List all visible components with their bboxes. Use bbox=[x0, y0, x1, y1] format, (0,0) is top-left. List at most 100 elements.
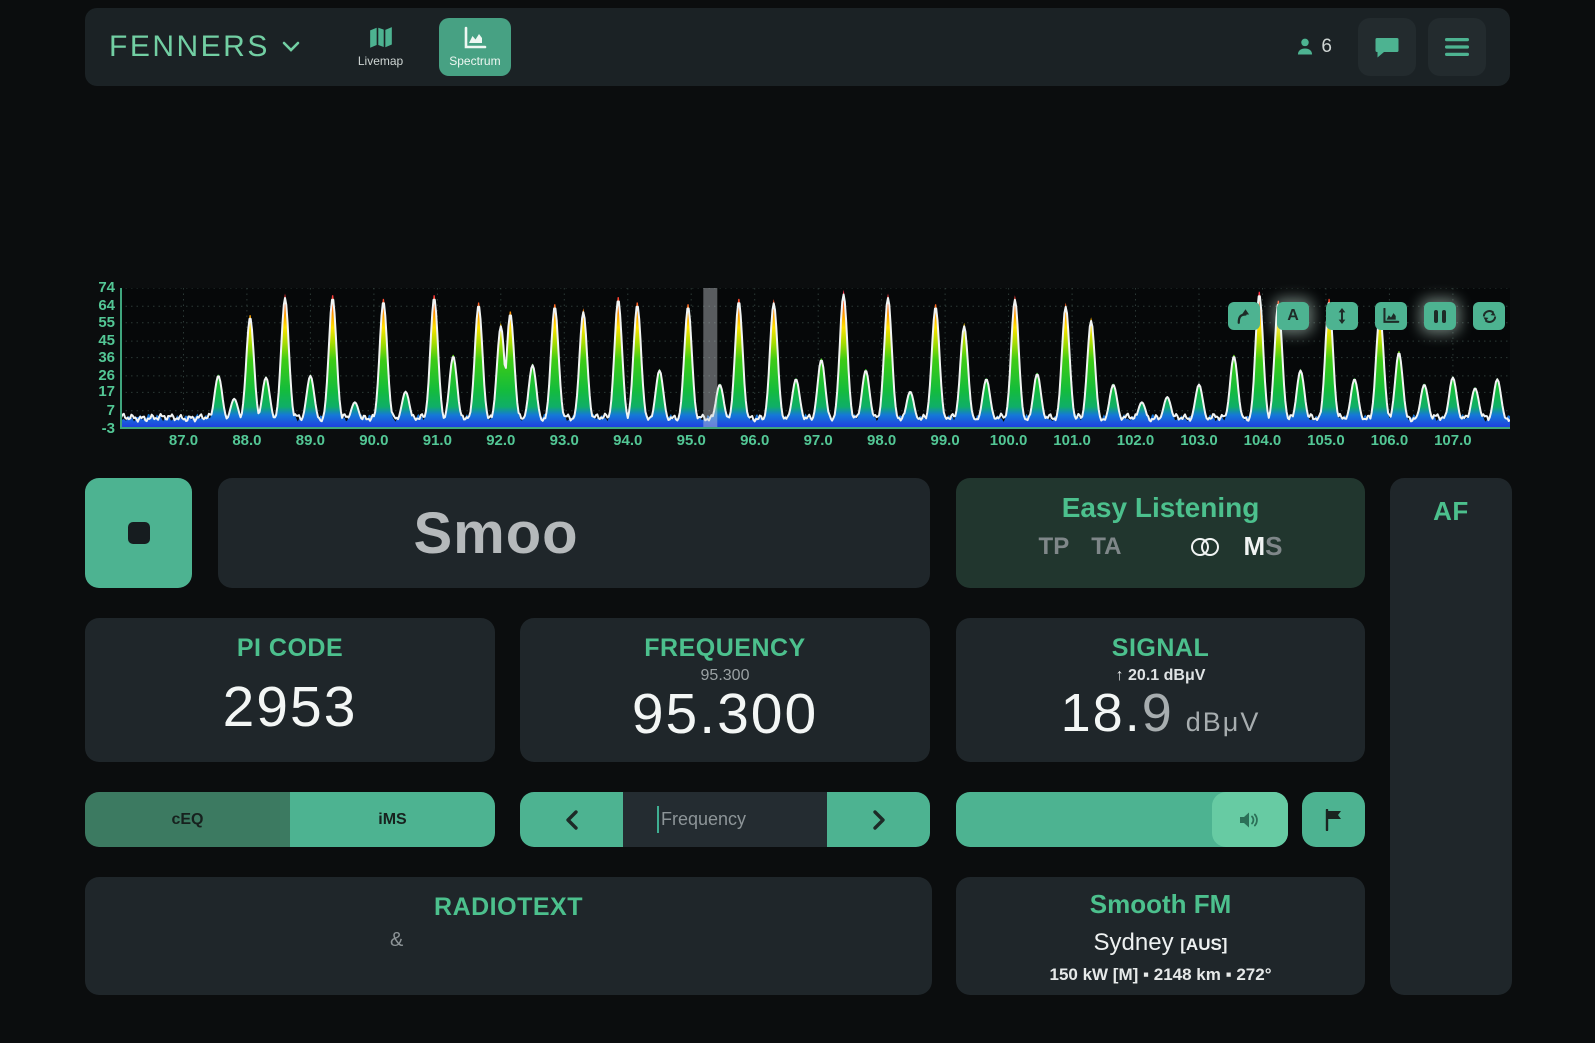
stop-playback-button[interactable] bbox=[85, 478, 192, 588]
transmitter-city: Sydney bbox=[1094, 929, 1174, 956]
transmitter-name: Smooth FM bbox=[956, 889, 1365, 920]
flag-button[interactable] bbox=[1302, 792, 1365, 847]
x-tick-label: 101.0 bbox=[1047, 432, 1097, 449]
nav-livemap-label: Livemap bbox=[358, 54, 403, 68]
chevron-right-icon bbox=[870, 809, 888, 831]
topbar-right: 6 bbox=[1295, 18, 1486, 76]
x-tick-label: 89.0 bbox=[285, 432, 335, 449]
rds-flags-row: TP TA MS bbox=[956, 531, 1365, 562]
pi-code-title: PI CODE bbox=[85, 634, 495, 663]
ms-inactive: S bbox=[1265, 531, 1282, 561]
chat-bubble-icon bbox=[1374, 35, 1400, 59]
arrows-up-down-icon bbox=[1334, 307, 1350, 325]
x-tick-label: 88.0 bbox=[222, 432, 272, 449]
x-tick-label: 106.0 bbox=[1364, 432, 1414, 449]
frequency-panel: FREQUENCY 95.300 95.300 bbox=[520, 618, 930, 762]
arrow-up-icon: ↑ bbox=[1116, 667, 1124, 684]
volume-slider[interactable] bbox=[956, 792, 1288, 847]
program-type-panel: Easy Listening TP TA MS bbox=[956, 478, 1365, 588]
station-name-panel: Smoo bbox=[218, 478, 930, 588]
x-tick-label: 102.0 bbox=[1111, 432, 1161, 449]
graph-style-button[interactable] bbox=[1375, 302, 1407, 330]
x-tick-label: 97.0 bbox=[793, 432, 843, 449]
pi-code-value: 2953 bbox=[85, 679, 495, 736]
user-icon bbox=[1295, 37, 1315, 57]
ims-toggle-button[interactable]: iMS bbox=[290, 792, 495, 847]
ceq-toggle-button[interactable]: cEQ bbox=[85, 792, 290, 847]
transmitter-details: 150 kW [M] ▪ 2148 km ▪ 272° bbox=[956, 965, 1365, 985]
mono-stereo-indicator: MS bbox=[1243, 531, 1282, 562]
volume-thumb[interactable] bbox=[1212, 792, 1288, 847]
nav-spectrum-label: Spectrum bbox=[449, 54, 500, 68]
eq-ims-toggle-group: cEQ iMS bbox=[85, 792, 495, 847]
y-tick-label: 74 bbox=[98, 280, 115, 295]
speaker-icon bbox=[1238, 810, 1262, 830]
y-tick-label: -3 bbox=[102, 421, 115, 436]
signal-peak-value: 20.1 dBμV bbox=[1128, 667, 1205, 684]
topbar-nav: Livemap Spectrum bbox=[348, 18, 511, 76]
pty-label: Easy Listening bbox=[956, 492, 1365, 524]
radiotext-panel: RADIOTEXT & bbox=[85, 877, 932, 995]
server-select[interactable]: FENNERS bbox=[109, 30, 300, 64]
menu-button[interactable] bbox=[1428, 18, 1486, 76]
signal-value-main: 18. bbox=[1061, 683, 1142, 743]
station-ps-name: Smoo bbox=[413, 500, 578, 567]
x-tick-label: 105.0 bbox=[1301, 432, 1351, 449]
radiotext-title: RADIOTEXT bbox=[85, 893, 932, 922]
x-tick-label: 96.0 bbox=[730, 432, 780, 449]
y-tick-label: 26 bbox=[98, 368, 115, 383]
listeners-value: 6 bbox=[1321, 36, 1332, 58]
tp-flag: TP bbox=[1039, 533, 1070, 561]
x-tick-label: 87.0 bbox=[158, 432, 208, 449]
tuned-frequency-marker bbox=[703, 288, 717, 429]
signal-value: 18.9 dBμV bbox=[956, 686, 1365, 740]
af-title: AF bbox=[1390, 496, 1512, 527]
ta-flag: TA bbox=[1091, 533, 1121, 561]
scan-up-button[interactable] bbox=[1228, 302, 1260, 330]
nav-livemap[interactable]: Livemap bbox=[348, 18, 413, 76]
frequency-input-wrap bbox=[623, 792, 827, 847]
frequency-input[interactable] bbox=[623, 792, 827, 847]
stereo-circles-icon bbox=[1189, 537, 1221, 557]
tune-up-button[interactable] bbox=[827, 792, 930, 847]
spectrum-toolbar: A bbox=[1228, 302, 1505, 330]
x-tick-label: 107.0 bbox=[1428, 432, 1478, 449]
frequency-value: 95.300 bbox=[520, 686, 930, 743]
map-icon bbox=[368, 26, 394, 50]
spectrum-y-axis: 746455453626177-3 bbox=[85, 288, 115, 433]
signal-value-decimal: 9 bbox=[1142, 683, 1174, 743]
nav-spectrum[interactable]: Spectrum bbox=[439, 18, 510, 76]
arrow-turn-up-icon bbox=[1235, 307, 1253, 325]
pause-button[interactable] bbox=[1424, 302, 1456, 330]
refresh-icon bbox=[1481, 308, 1498, 325]
signal-unit: dBμV bbox=[1186, 707, 1261, 737]
listeners-count: 6 bbox=[1295, 36, 1332, 58]
transmitter-info-panel: Smooth FM Sydney [AUS] 150 kW [M] ▪ 2148… bbox=[956, 877, 1365, 995]
x-tick-label: 99.0 bbox=[920, 432, 970, 449]
spectrum-x-axis: 87.088.089.090.091.092.093.094.095.096.0… bbox=[120, 432, 1510, 452]
x-tick-label: 92.0 bbox=[476, 432, 526, 449]
y-tick-label: 7 bbox=[107, 403, 115, 418]
x-tick-label: 104.0 bbox=[1237, 432, 1287, 449]
x-tick-label: 100.0 bbox=[984, 432, 1034, 449]
vertical-zoom-button[interactable] bbox=[1326, 302, 1358, 330]
x-tick-label: 91.0 bbox=[412, 432, 462, 449]
frequency-title: FREQUENCY bbox=[520, 634, 930, 663]
hamburger-menu-icon bbox=[1444, 36, 1470, 58]
tuning-controls bbox=[520, 792, 930, 847]
server-name: FENNERS bbox=[109, 30, 270, 64]
x-tick-label: 90.0 bbox=[349, 432, 399, 449]
tune-down-button[interactable] bbox=[520, 792, 623, 847]
ms-active: M bbox=[1243, 531, 1265, 561]
text-caret bbox=[657, 806, 659, 833]
topbar: FENNERS Livemap Spectrum bbox=[85, 8, 1510, 86]
refresh-button[interactable] bbox=[1473, 302, 1505, 330]
autoscale-button[interactable]: A bbox=[1277, 302, 1309, 330]
chat-button[interactable] bbox=[1358, 18, 1416, 76]
pi-code-panel: PI CODE 2953 bbox=[85, 618, 495, 762]
letter-a-label: A bbox=[1287, 307, 1299, 325]
x-tick-label: 93.0 bbox=[539, 432, 589, 449]
x-tick-label: 94.0 bbox=[603, 432, 653, 449]
pause-icon bbox=[1434, 310, 1446, 323]
y-tick-label: 17 bbox=[98, 384, 115, 399]
